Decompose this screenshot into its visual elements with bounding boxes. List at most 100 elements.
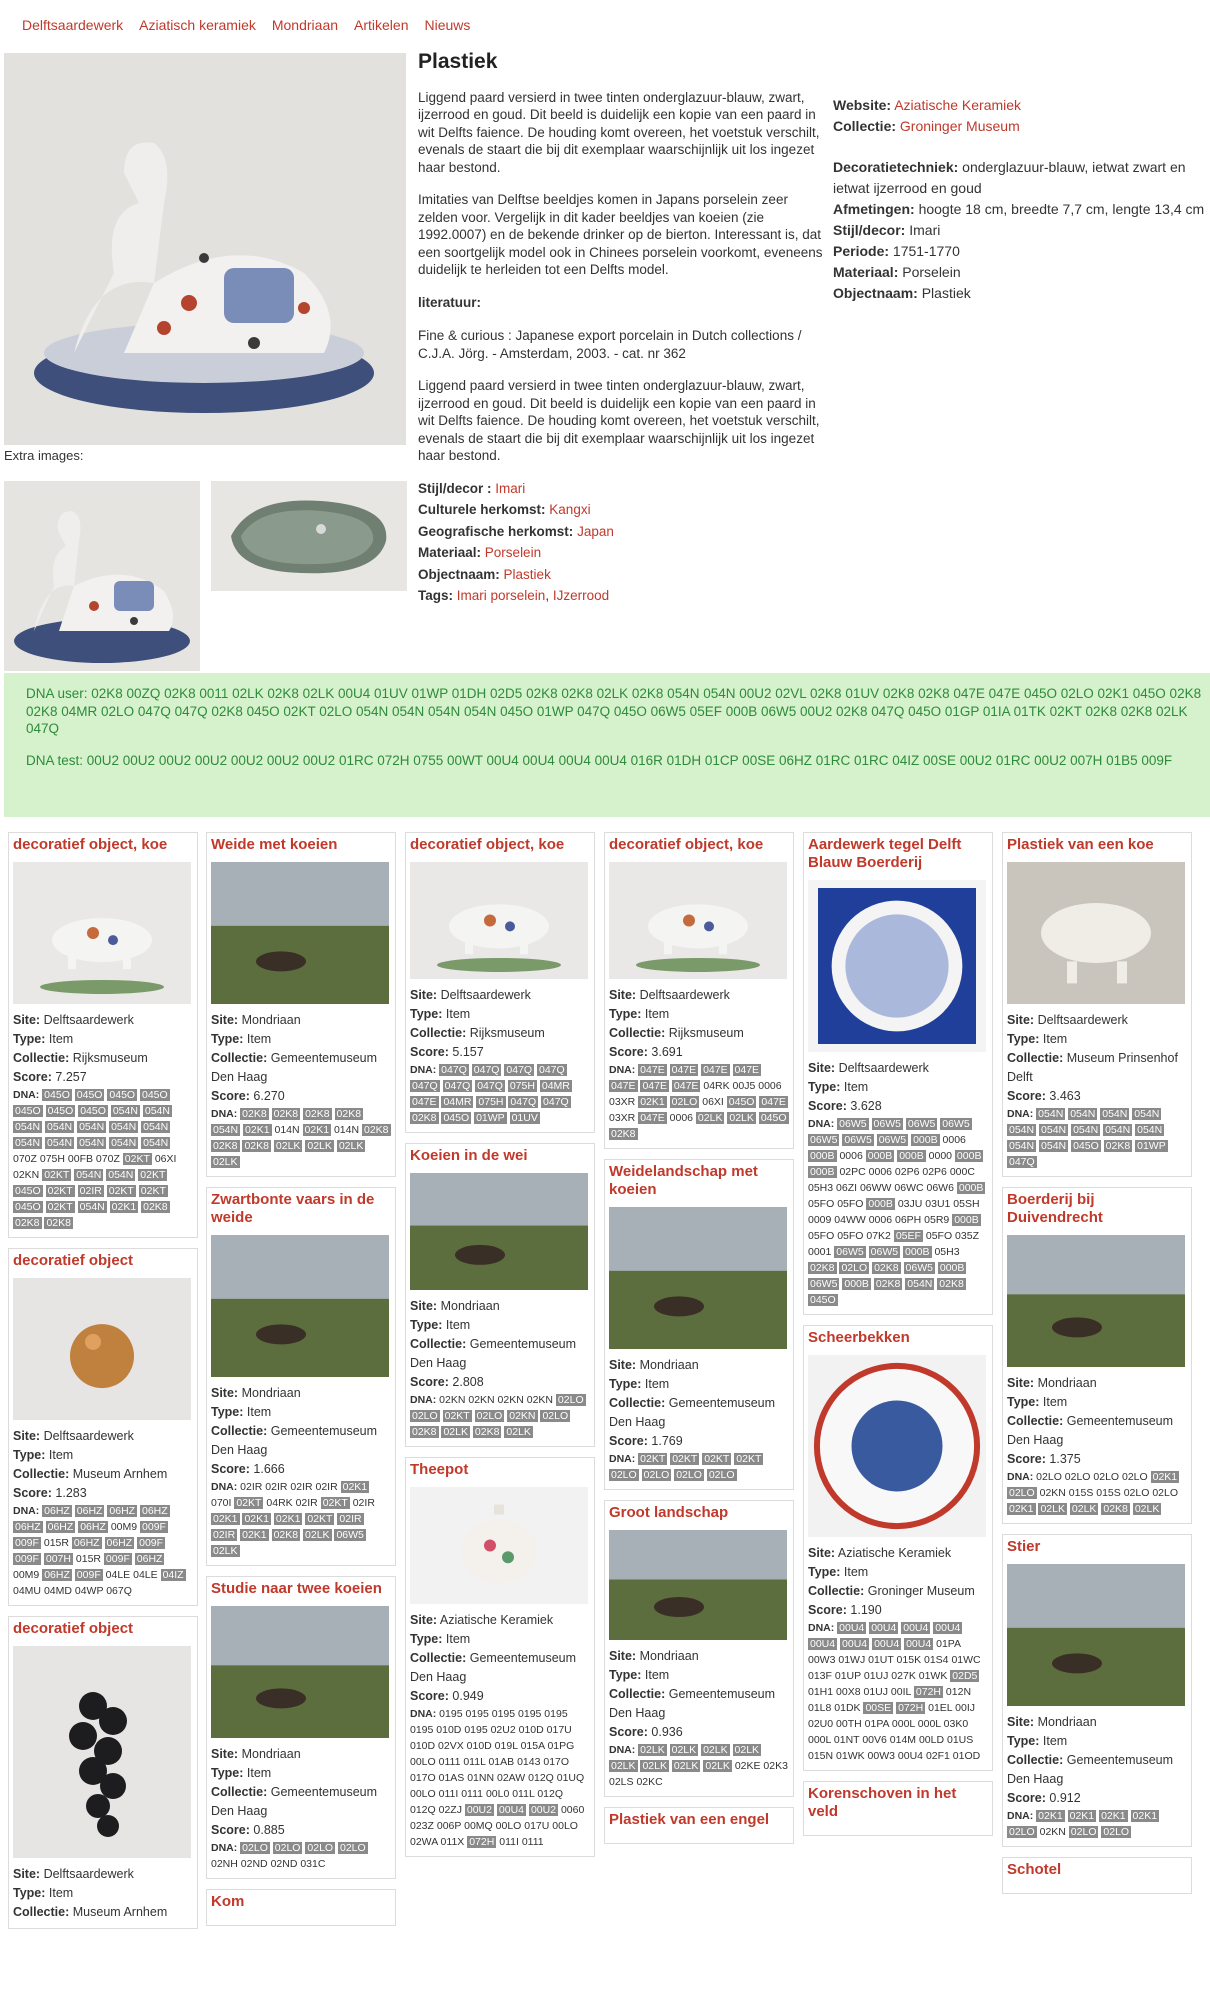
objectnaam-link[interactable]: Plastiek <box>504 567 551 582</box>
nav-delftsaardewerk[interactable]: Delftsaardewerk <box>22 17 123 33</box>
result-card-thumbnail[interactable] <box>13 862 191 1007</box>
result-card-dna-label: DNA: <box>609 1744 636 1756</box>
result-card[interactable]: Koeien in de wei Site: Mondriaan Type: Ite… <box>405 1143 595 1447</box>
result-card-thumbnail[interactable] <box>609 1530 787 1643</box>
nav-nieuws[interactable]: Nieuws <box>424 17 470 33</box>
result-card-thumbnail[interactable] <box>13 1278 191 1423</box>
result-card-title[interactable]: Weide met koeien <box>211 836 391 854</box>
result-card-thumbnail[interactable] <box>211 1606 389 1741</box>
result-card-thumbnail[interactable] <box>1007 1235 1185 1370</box>
dna-code-match: 045O <box>42 1089 72 1101</box>
result-card[interactable]: Scheerbekken Site: Aziatische Keramiek Typ… <box>803 1325 993 1771</box>
result-card-thumbnail[interactable] <box>410 1487 588 1607</box>
result-card[interactable]: Boerderij bij Duivendrecht Site: Mondriaa… <box>1002 1187 1192 1524</box>
result-card-title[interactable]: Theepot <box>410 1461 590 1479</box>
result-card-thumbnail[interactable] <box>13 1646 191 1861</box>
dna-code: 012Q <box>528 1772 554 1784</box>
result-card-site: Site: Mondriaan <box>211 1745 391 1764</box>
result-card[interactable]: Plastiek van een koe Site: Delftsaardewer… <box>1002 832 1192 1177</box>
result-card[interactable]: Korenschoven in het veld <box>803 1781 993 1836</box>
result-card-site-value: Delftsaardewerk <box>838 1061 929 1075</box>
result-card-title[interactable]: Weidelandschap met koeien <box>609 1163 789 1199</box>
collectie-link[interactable]: Groninger Museum <box>900 118 1020 134</box>
dna-code-match: 054N <box>74 1169 104 1181</box>
result-card-title[interactable]: Groot landschap <box>609 1504 789 1522</box>
stijl-link[interactable]: Imari <box>495 481 525 496</box>
result-card-title[interactable]: Aardewerk tegel Delft Blauw Boerderij <box>808 836 988 872</box>
result-card-title[interactable]: decoratief object, koe <box>609 836 789 854</box>
result-card-title[interactable]: decoratief object, koe <box>13 836 193 854</box>
dna-code-match: 02K1 <box>211 1513 240 1525</box>
nav-mondriaan[interactable]: Mondriaan <box>272 17 338 33</box>
result-card-site-value: Delftsaardewerk <box>43 1429 134 1443</box>
dna-code: 01UP <box>834 1670 861 1682</box>
result-card[interactable]: Aardewerk tegel Delft Blauw Boerderij Sit… <box>803 832 993 1315</box>
result-card-title[interactable]: Kom <box>211 1893 391 1911</box>
result-card-thumbnail[interactable] <box>808 880 986 1055</box>
dna-code: 04RK <box>266 1497 293 1509</box>
result-card[interactable]: Weide met koeien Site: Mondriaan Type: Ite… <box>206 832 396 1177</box>
result-card-title[interactable]: Schotel <box>1007 1861 1187 1879</box>
nav-artikelen[interactable]: Artikelen <box>354 17 408 33</box>
result-card-title[interactable]: Zwartbonte vaars in de weide <box>211 1191 391 1227</box>
dna-code-match: 000B <box>865 1150 895 1162</box>
result-card-type-label: Type: <box>1007 1734 1040 1748</box>
culturele-herkomst-link[interactable]: Kangxi <box>549 502 590 517</box>
result-card-thumbnail[interactable] <box>609 1207 787 1352</box>
result-card[interactable]: Schotel <box>1002 1857 1192 1894</box>
result-card-title[interactable]: Scheerbekken <box>808 1329 988 1347</box>
result-card-title[interactable]: Studie naar twee koeien <box>211 1580 391 1598</box>
result-card-title[interactable]: decoratief object <box>13 1252 193 1270</box>
extra-image-horse[interactable] <box>4 481 200 671</box>
dna-code-match: 06HZ <box>134 1553 165 1565</box>
result-card-coll: Collectie: Gemeentemuseum Den Haag <box>609 1685 789 1723</box>
result-card[interactable]: decoratief object Site: Delftsaardewerk Ty… <box>8 1248 198 1606</box>
result-card-title[interactable]: decoratief object, koe <box>410 836 590 854</box>
result-card-title[interactable]: Korenschoven in het veld <box>808 1785 988 1821</box>
nav-aziatisch-keramiek[interactable]: Aziatisch keramiek <box>139 17 256 33</box>
result-card[interactable]: Studie naar twee koeien Site: Mondriaan Ty… <box>206 1576 396 1879</box>
result-card-thumbnail[interactable] <box>808 1355 986 1540</box>
result-card-score: Score: 3.691 <box>609 1043 789 1062</box>
result-card-thumbnail[interactable] <box>211 862 389 1007</box>
dna-code-match: 000B <box>897 1150 926 1162</box>
result-card-site-label: Site: <box>808 1546 836 1560</box>
result-card-thumbnail[interactable] <box>410 862 588 982</box>
result-card[interactable]: Theepot Site: Aziatische Keramiek Type: It… <box>405 1457 595 1857</box>
result-card[interactable]: decoratief object Site: Delftsaardewerk Ty… <box>8 1616 198 1929</box>
result-card-title[interactable]: Stier <box>1007 1538 1187 1556</box>
result-card[interactable]: Groot landschap Site: Mondriaan Type: Item… <box>604 1500 794 1797</box>
result-card-title[interactable]: decoratief object <box>13 1620 193 1638</box>
result-card[interactable]: Stier Site: Mondriaan Type: Item Collectie:… <box>1002 1534 1192 1847</box>
result-card[interactable]: decoratief object, koe Site: Delftsaardew… <box>8 832 198 1238</box>
description-paragraph-2: Imitaties van Delftse beeldjes komen in … <box>418 192 823 277</box>
result-card[interactable]: Zwartbonte vaars in de weide Site: Mondri… <box>206 1187 396 1566</box>
result-card-thumbnail[interactable] <box>609 862 787 982</box>
result-card-thumbnail[interactable] <box>410 1173 588 1293</box>
result-card-site: Site: Delftsaardewerk <box>808 1059 988 1078</box>
dna-code: 0111 <box>461 1788 484 1800</box>
tag-link-ijzerrood[interactable]: IJzerrood <box>553 588 609 603</box>
result-card-dna: DNA: 054N 054N 054N 054N 054N 054N 054N … <box>1007 1106 1187 1170</box>
result-card[interactable]: Weidelandschap met koeien Site: Mondriaan… <box>604 1159 794 1490</box>
result-card-thumbnail[interactable] <box>1007 1564 1185 1709</box>
result-card-title[interactable]: Boerderij bij Duivendrecht <box>1007 1191 1187 1227</box>
dna-code-match: 02LK <box>695 1112 725 1124</box>
materiaal-link[interactable]: Porselein <box>485 545 541 560</box>
result-card-thumbnail[interactable] <box>1007 862 1185 1007</box>
website-link[interactable]: Aziatische Keramiek <box>894 97 1021 113</box>
result-card[interactable]: Plastiek van een engel <box>604 1807 794 1844</box>
result-card-title[interactable]: Plastiek van een koe <box>1007 836 1187 854</box>
result-card[interactable]: decoratief object, koe Site: Delftsaardew… <box>604 832 794 1149</box>
dna-code: 04MU <box>13 1585 42 1597</box>
result-card-title[interactable]: Plastiek van een engel <box>609 1811 789 1829</box>
geografische-herkomst-link[interactable]: Japan <box>577 524 614 539</box>
dna-code: 02IR <box>352 1497 375 1509</box>
result-card[interactable]: Kom <box>206 1889 396 1926</box>
result-card-thumbnail[interactable] <box>211 1235 389 1380</box>
result-card-title[interactable]: Koeien in de wei <box>410 1147 590 1165</box>
extra-image-base[interactable] <box>211 481 407 591</box>
tag-link-imari-porselein[interactable]: Imari porselein <box>457 588 546 603</box>
main-object-image[interactable] <box>4 53 406 445</box>
result-card[interactable]: decoratief object, koe Site: Delftsaardew… <box>405 832 595 1133</box>
